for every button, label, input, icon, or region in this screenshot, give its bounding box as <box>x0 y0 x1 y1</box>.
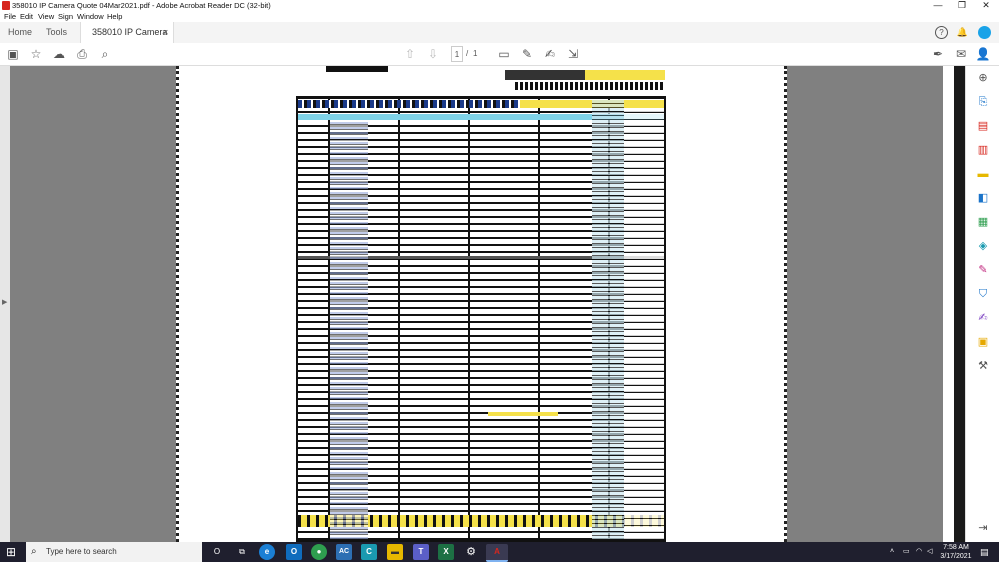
left-panel: ▶ <box>0 66 10 542</box>
comment-tool-icon[interactable]: ▬ <box>975 166 991 182</box>
menu-bar: File Edit View Sign Window Help <box>0 11 999 22</box>
doc-column <box>330 120 368 540</box>
page-gutter <box>943 66 954 542</box>
upload-cloud-icon[interactable]: ☁ <box>51 46 67 62</box>
vertical-scrollbar[interactable] <box>954 66 965 542</box>
taskbar-search-box[interactable]: ⌕ Type here to search <box>26 542 202 562</box>
fill-sign-icon[interactable]: ✍ <box>542 46 558 62</box>
doc-header-fragment <box>515 82 665 90</box>
prepare-form-icon[interactable]: ▣ <box>975 334 991 350</box>
window-title: 358010 IP Camera Quote 04Mar2021.pdf - A… <box>12 1 271 10</box>
settings-icon[interactable]: ⚙ <box>463 544 479 560</box>
print-icon[interactable]: ⎙ <box>74 46 90 62</box>
edge-icon[interactable]: e <box>259 544 275 560</box>
acrobat-app-icon <box>2 1 10 10</box>
menu-sign[interactable]: Sign <box>58 11 73 22</box>
tab-document[interactable]: 358010 IP Camera ... <box>80 22 174 58</box>
page-separator: / <box>466 49 469 58</box>
collapse-pane-icon[interactable]: ⇥ <box>975 520 991 536</box>
send-for-signature-icon[interactable]: ⇲ <box>565 46 581 62</box>
zoom-icon[interactable]: ⊕ <box>975 70 991 86</box>
doc-highlight-row <box>488 412 558 416</box>
acrobat-reader-icon[interactable]: A <box>486 544 508 562</box>
taskbar-clock[interactable]: 7:58 AM 3/17/2021 <box>936 543 976 561</box>
excel-icon[interactable]: X <box>438 544 454 560</box>
help-icon[interactable]: ? <box>935 26 948 39</box>
acrobat-connect-icon[interactable]: AC <box>336 544 352 560</box>
search-icon: ⌕ <box>31 546 37 557</box>
page-number-input[interactable]: 1 <box>451 46 463 62</box>
email-icon[interactable]: ✉ <box>953 46 969 62</box>
menu-file[interactable]: File <box>4 11 16 22</box>
doc-column <box>624 110 664 540</box>
restore-icon[interactable]: ❐ <box>950 0 974 11</box>
task-view-icon[interactable]: ⧉ <box>234 544 250 560</box>
create-pdf-icon[interactable]: ▤ <box>975 118 991 134</box>
battery-icon[interactable]: ▭ <box>903 542 910 562</box>
doc-header-fragment <box>326 66 388 72</box>
right-tools-pane: ⊕ ⎘ ▤ ▥ ▬ ◧ ▦ ◈ ✎ ⛉ ✍ ▣ ⚒ ⇥ <box>965 66 999 542</box>
search-icon[interactable]: ⌕ <box>97 46 113 62</box>
action-center-icon[interactable]: ▤ <box>980 542 989 562</box>
tab-bar: Home Tools 358010 IP Camera ... × ? 🔔 <box>0 22 999 58</box>
teams-icon[interactable]: T <box>413 544 429 560</box>
tab-close-icon[interactable]: × <box>163 22 168 43</box>
bookmark-star-icon[interactable]: ☆ <box>28 46 44 62</box>
minimize-icon[interactable]: — <box>926 0 950 11</box>
menu-help[interactable]: Help <box>107 11 122 22</box>
menu-edit[interactable]: Edit <box>20 11 33 22</box>
left-panel-expand-icon[interactable]: ▶ <box>2 298 7 306</box>
windows-start-icon[interactable]: ⊞ <box>4 545 18 559</box>
menu-window[interactable]: Window <box>77 11 104 22</box>
clock-date: 3/17/2021 <box>940 553 972 560</box>
doc-column <box>592 100 624 540</box>
organize-pages-icon[interactable]: ▦ <box>975 214 991 230</box>
tab-tools[interactable]: Tools <box>46 22 76 43</box>
menu-view[interactable]: View <box>38 11 54 22</box>
combine-files-icon[interactable]: ◧ <box>975 190 991 206</box>
scan-ocr-icon[interactable]: ◈ <box>975 238 991 254</box>
account-avatar-icon[interactable] <box>978 26 991 39</box>
next-page-icon[interactable]: ⇩ <box>425 46 441 62</box>
taskbar-search-placeholder: Type here to search <box>46 547 117 556</box>
title-bar: 358010 IP Camera Quote 04Mar2021.pdf - A… <box>0 0 999 11</box>
file-explorer-icon[interactable]: ▬ <box>387 544 403 560</box>
protect-shield-icon[interactable]: ⛉ <box>975 286 991 302</box>
cisco-icon[interactable]: C <box>361 544 377 560</box>
save-icon[interactable]: ▣ <box>5 46 21 62</box>
fill-and-sign-icon[interactable]: ✒ <box>930 46 946 62</box>
windows-taskbar: ⊞ ⌕ Type here to search O ⧉ e O ● AC C ▬… <box>0 542 999 562</box>
toolbar: ▣ ☆ ☁ ⎙ ⌕ ⇧ ⇩ 1 / 1 ▭ ✎ ✍ ⇲ ✒ ✉ 👤 <box>0 43 999 66</box>
clock-time: 7:58 AM <box>943 544 969 551</box>
chrome-icon[interactable]: ● <box>311 544 327 560</box>
notifications-bell-icon[interactable]: 🔔 <box>956 26 969 39</box>
doc-header-highlight <box>505 70 665 80</box>
network-wifi-icon[interactable]: ◠ <box>916 542 922 562</box>
previous-page-icon[interactable]: ⇧ <box>402 46 418 62</box>
close-icon[interactable]: ✕ <box>974 0 998 11</box>
show-hidden-icons-icon[interactable]: ˄ <box>890 542 894 562</box>
share-user-icon[interactable]: 👤 <box>975 46 991 62</box>
tab-home[interactable]: Home <box>8 22 42 43</box>
edit-pdf-icon[interactable]: ▥ <box>975 142 991 158</box>
cortana-icon[interactable]: O <box>209 544 225 560</box>
page-total: 1 <box>473 49 478 58</box>
volume-icon[interactable]: ◁ <box>927 542 932 562</box>
export-pdf-icon[interactable]: ⎘ <box>975 94 991 110</box>
more-tools-icon[interactable]: ⚒ <box>975 358 991 374</box>
outlook-icon[interactable]: O <box>286 544 302 560</box>
request-signature-icon[interactable]: ✍ <box>975 310 991 326</box>
comment-icon[interactable]: ▭ <box>496 46 512 62</box>
fill-sign-tool-icon[interactable]: ✎ <box>975 262 991 278</box>
highlight-pen-icon[interactable]: ✎ <box>519 46 535 62</box>
